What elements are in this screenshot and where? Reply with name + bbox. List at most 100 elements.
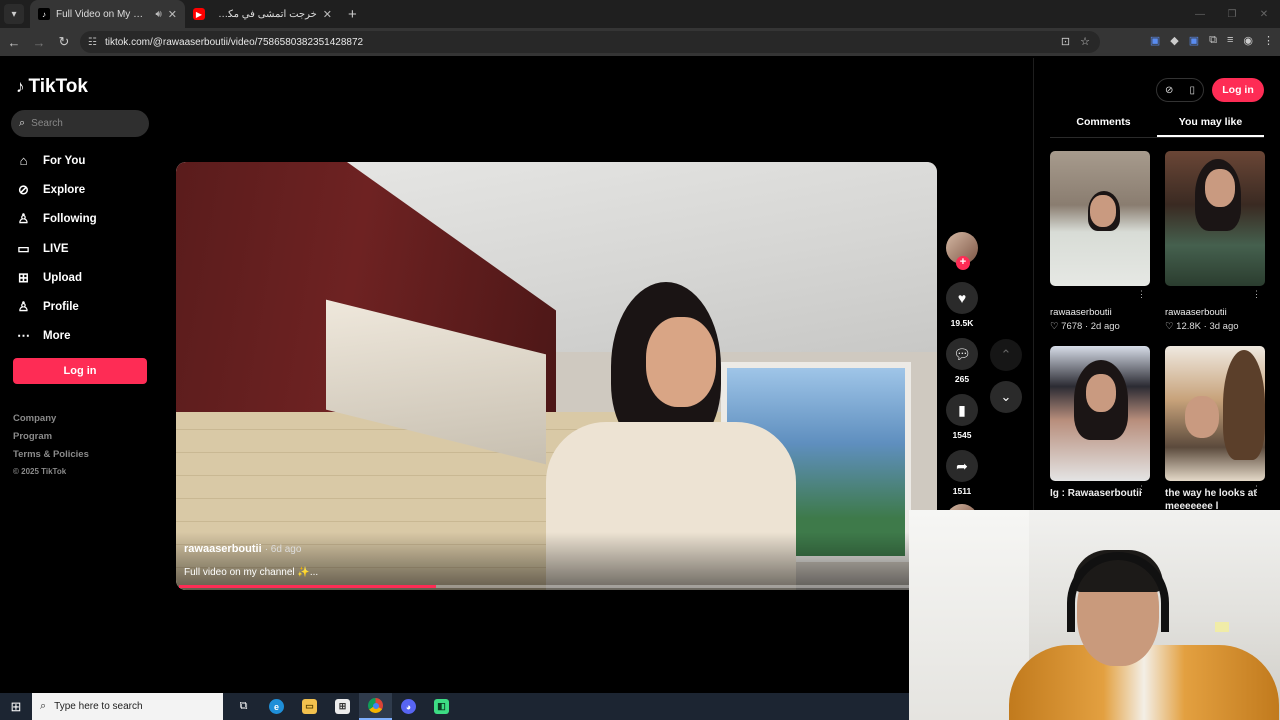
login-button[interactable]: Log in bbox=[13, 358, 147, 384]
tab-youtube[interactable]: ▶ خرجت أتمشى في مكسيكو... وانعر ✕ bbox=[185, 0, 340, 28]
video-thumbnail[interactable] bbox=[1165, 346, 1265, 481]
translate-extension-icon[interactable]: ▣ bbox=[1150, 34, 1160, 47]
share-action[interactable]: ➦ 1511 bbox=[946, 450, 978, 496]
task-view-icon[interactable]: ⧉ bbox=[227, 693, 260, 720]
browser-menu-icon[interactable]: ⋮ bbox=[1263, 34, 1274, 47]
next-video-button[interactable]: ⌄ bbox=[990, 381, 1022, 413]
extension-blue-icon[interactable]: ▣ bbox=[1189, 34, 1199, 47]
sidebar-nav: ⌂ For You ⊘ Explore ♙ Following ▭ LIVE ⊞… bbox=[16, 146, 97, 351]
sidebar-item-live[interactable]: ▭ LIVE bbox=[16, 234, 97, 263]
footer-link-program[interactable]: Program bbox=[13, 431, 89, 449]
youtube-favicon-icon: ▶ bbox=[193, 8, 205, 20]
more-options-icon[interactable]: ⋮ bbox=[1137, 289, 1146, 300]
sidebar-item-profile[interactable]: ♙ Profile bbox=[16, 292, 97, 321]
video-player[interactable] bbox=[176, 162, 937, 590]
bookmark-icon[interactable]: ▮ bbox=[946, 394, 978, 426]
back-button[interactable]: ← bbox=[3, 31, 25, 53]
header-login-button[interactable]: Log in bbox=[1212, 78, 1264, 102]
phone-icon[interactable]: ▯ bbox=[1189, 85, 1195, 96]
close-window-icon[interactable]: ✕ bbox=[1248, 0, 1280, 28]
footer-links: Company Program Terms & Policies © 2025 … bbox=[13, 413, 89, 481]
recommended-video-card[interactable]: ⋮ rawaaserboutii ♡ 12.8K · 3d ago bbox=[1165, 151, 1265, 332]
sidebar-item-upload[interactable]: ⊞ Upload bbox=[16, 263, 97, 292]
window-controls: — ❐ ✕ bbox=[1184, 0, 1280, 28]
install-app-icon[interactable]: ⊡ bbox=[1061, 35, 1070, 48]
extension-icon[interactable]: ◆ bbox=[1170, 34, 1178, 47]
previous-video-button[interactable]: ⌃ bbox=[990, 339, 1022, 371]
windows-start-icon[interactable]: ⊞ bbox=[0, 693, 32, 720]
android-studio-icon[interactable]: ◧ bbox=[425, 693, 458, 720]
video-progress-bar[interactable] bbox=[179, 585, 934, 588]
chrome-icon[interactable] bbox=[359, 693, 392, 720]
sidebar-item-label: For You bbox=[43, 154, 86, 167]
card-stats: ♡ 7678 · 2d ago bbox=[1050, 321, 1150, 332]
video-thumbnail[interactable] bbox=[1165, 151, 1265, 286]
taskbar-search-input[interactable]: ⌕ Type here to search bbox=[32, 693, 223, 720]
heart-outline-icon: ♡ bbox=[1050, 321, 1059, 332]
media-control-icon[interactable]: ≡ bbox=[1227, 34, 1233, 47]
upload-icon: ⊞ bbox=[18, 269, 29, 285]
live-icon: ▭ bbox=[17, 240, 30, 256]
minimize-icon[interactable]: — bbox=[1184, 0, 1216, 28]
taskbar-search-placeholder: Type here to search bbox=[54, 701, 143, 712]
compass-icon[interactable]: ⊘ bbox=[1165, 85, 1173, 96]
more-options-icon[interactable]: ⋮ bbox=[1137, 484, 1146, 495]
heart-icon[interactable]: ♥ bbox=[946, 282, 978, 314]
close-tab-icon[interactable]: ✕ bbox=[323, 8, 332, 21]
search-input[interactable]: ⌕ Search bbox=[11, 110, 149, 137]
file-explorer-icon[interactable]: ▭ bbox=[293, 693, 326, 720]
sidebar-item-for-you[interactable]: ⌂ For You bbox=[16, 146, 97, 175]
card-caption: Ig : Rawaaserboutii bbox=[1050, 488, 1142, 499]
like-action[interactable]: ♥ 19.5K bbox=[946, 282, 978, 328]
tab-comments[interactable]: Comments bbox=[1050, 108, 1157, 137]
sidebar-item-explore[interactable]: ⊘ Explore bbox=[16, 175, 97, 204]
new-tab-button[interactable]: + bbox=[348, 6, 357, 23]
edge-icon[interactable]: e bbox=[260, 693, 293, 720]
account-icon[interactable]: ◉ bbox=[1243, 34, 1253, 47]
follow-plus-icon[interactable]: + bbox=[956, 256, 970, 270]
share-count: 1511 bbox=[952, 486, 972, 496]
store-icon[interactable]: ⊞ bbox=[326, 693, 359, 720]
sidebar-item-following[interactable]: ♙ Following bbox=[16, 205, 97, 234]
comment-icon[interactable]: 💬︎ bbox=[946, 338, 978, 370]
video-author[interactable]: rawaaserboutii · 6d ago bbox=[184, 543, 301, 555]
more-options-icon[interactable]: ⋮ bbox=[1252, 484, 1261, 495]
video-author-name[interactable]: rawaaserboutii bbox=[184, 543, 262, 555]
forward-button[interactable]: → bbox=[28, 31, 50, 53]
tab-search-button[interactable]: ▾ bbox=[4, 4, 24, 24]
separator: · bbox=[1203, 321, 1207, 332]
tab-tiktok[interactable]: ♪ Full Video on My Channel | 🔊︎ ✕ bbox=[30, 0, 185, 28]
logo-text: TikTok bbox=[28, 76, 88, 97]
tiktok-logo[interactable]: ♪ TikTok bbox=[16, 76, 88, 98]
more-options-icon[interactable]: ⋮ bbox=[1252, 289, 1261, 300]
close-tab-icon[interactable]: ✕ bbox=[168, 8, 177, 21]
url-field[interactable]: ☷ tiktok.com/@rawaaserboutii/video/75865… bbox=[80, 31, 1100, 53]
maximize-icon[interactable]: ❐ bbox=[1216, 0, 1248, 28]
explore-device-pill[interactable]: ⊘ ▯ bbox=[1156, 78, 1204, 102]
card-author: rawaaserboutii bbox=[1165, 307, 1227, 318]
site-info-icon[interactable]: ☷ bbox=[88, 37, 97, 48]
recommended-video-card[interactable]: ⋮ rawaaserboutii ♡ 7678 · 2d ago bbox=[1050, 151, 1150, 332]
tab-you-may-like[interactable]: You may like bbox=[1157, 108, 1264, 137]
discord-icon[interactable]: ◕ bbox=[392, 693, 425, 720]
compass-icon: ⊘ bbox=[18, 181, 29, 197]
following-icon: ♙ bbox=[17, 211, 30, 227]
video-thumbnail[interactable] bbox=[1050, 151, 1150, 286]
reload-button[interactable]: ↻ bbox=[53, 31, 75, 53]
video-thumbnail[interactable] bbox=[1050, 346, 1150, 481]
speaker-icon[interactable]: 🔊︎ bbox=[155, 9, 161, 20]
comment-action[interactable]: 💬︎ 265 bbox=[946, 338, 978, 384]
creator-avatar[interactable]: + bbox=[946, 232, 978, 270]
sidebar-item-more[interactable]: ⋯ More bbox=[16, 322, 97, 351]
bookmark-star-icon[interactable]: ☆ bbox=[1080, 35, 1090, 48]
puzzle-extensions-icon[interactable]: ⧉ bbox=[1209, 34, 1217, 47]
share-icon[interactable]: ➦ bbox=[946, 450, 978, 482]
recommended-video-card[interactable]: ⋮ Ig : Rawaaserboutii bbox=[1050, 346, 1150, 500]
footer-link-terms[interactable]: Terms & Policies bbox=[13, 449, 89, 467]
video-caption: Full video on my channel ✨... bbox=[184, 567, 319, 578]
save-action[interactable]: ▮ 1545 bbox=[946, 394, 978, 440]
footer-link-company[interactable]: Company bbox=[13, 413, 89, 431]
recommended-video-card[interactable]: ⋮ the way he looks at meeeeeee l bbox=[1165, 346, 1265, 513]
sidebar-item-label: Upload bbox=[43, 271, 82, 284]
right-panel-tabs: Comments You may like bbox=[1050, 108, 1264, 138]
